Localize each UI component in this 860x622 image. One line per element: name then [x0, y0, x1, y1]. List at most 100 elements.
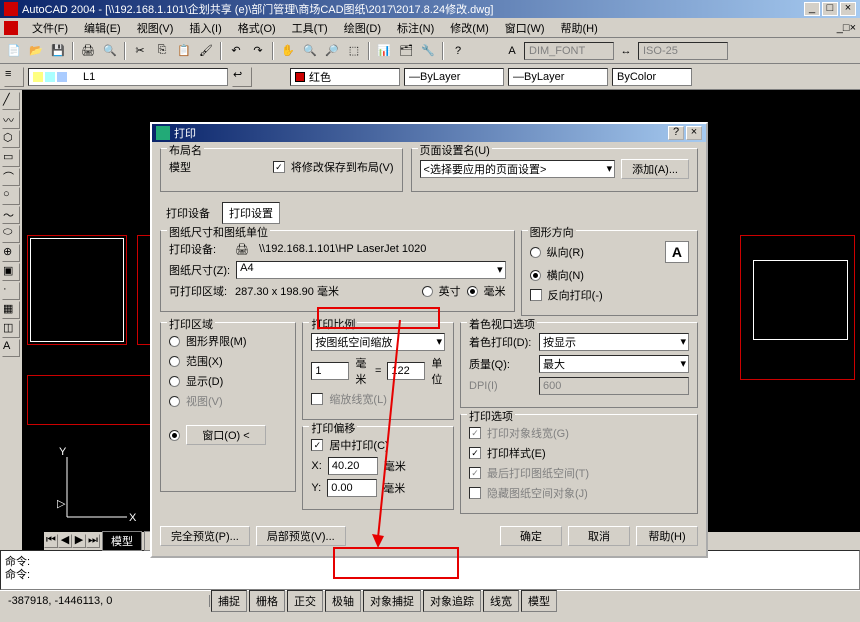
- landscape-radio[interactable]: [530, 270, 541, 281]
- dialog-help-button2[interactable]: 帮助(H): [636, 526, 698, 546]
- pline-icon[interactable]: 〰: [2, 111, 20, 129]
- maximize-button[interactable]: □: [822, 2, 838, 16]
- preview-icon[interactable]: 🔍: [100, 41, 120, 61]
- arc-icon[interactable]: ⌒: [2, 168, 20, 186]
- layermgr-icon[interactable]: ≡: [4, 67, 24, 87]
- paper-size-combo[interactable]: A4: [236, 261, 506, 279]
- dc-icon[interactable]: 🗂: [396, 41, 416, 61]
- minimize-button[interactable]: _: [804, 2, 820, 16]
- dialog-help-button[interactable]: ?: [668, 126, 684, 140]
- polar-toggle[interactable]: 极轴: [325, 590, 361, 612]
- shade-combo[interactable]: 按显示: [539, 333, 689, 351]
- tab-next[interactable]: ▶: [72, 534, 86, 548]
- cut-icon[interactable]: ✂: [130, 41, 150, 61]
- insert-icon[interactable]: ⊕: [2, 244, 20, 262]
- mdi-close[interactable]: ×: [850, 22, 856, 34]
- plotstyle-combo[interactable]: ByColor: [612, 68, 692, 86]
- paste-icon[interactable]: 📋: [174, 41, 194, 61]
- ok-button[interactable]: 确定: [500, 526, 562, 546]
- zoomwin-icon[interactable]: ⬚: [344, 41, 364, 61]
- add-pagesetup-button[interactable]: 添加(A)...: [621, 159, 689, 179]
- tab-prev[interactable]: ◀: [58, 534, 72, 548]
- redo-icon[interactable]: ↷: [248, 41, 268, 61]
- tab-model[interactable]: 模型: [102, 531, 142, 551]
- spline-icon[interactable]: 〜: [2, 206, 20, 224]
- offset-y-input[interactable]: [327, 479, 377, 497]
- mdi-restore[interactable]: □: [843, 22, 850, 34]
- menu-window[interactable]: 窗口(W): [497, 18, 553, 38]
- menu-tools[interactable]: 工具(T): [284, 18, 336, 38]
- menu-insert[interactable]: 插入(I): [181, 18, 229, 38]
- opt-style-checkbox[interactable]: ✓: [469, 447, 481, 459]
- match-icon[interactable]: 🖌: [196, 41, 216, 61]
- print-icon[interactable]: 🖨: [78, 41, 98, 61]
- layer-combo[interactable]: L1: [28, 68, 228, 86]
- tool-icon[interactable]: 🔧: [418, 41, 438, 61]
- extents-radio[interactable]: [169, 356, 180, 367]
- offset-x-input[interactable]: [328, 457, 378, 475]
- tab-print-settings[interactable]: 打印设置: [222, 202, 280, 224]
- unit-mm-radio[interactable]: [467, 286, 478, 297]
- menu-file[interactable]: 文件(F): [24, 18, 76, 38]
- pan-icon[interactable]: ✋: [278, 41, 298, 61]
- window-pick-button[interactable]: 窗口(O) <: [186, 425, 266, 445]
- dialog-close-button[interactable]: ×: [686, 126, 702, 140]
- textstyle-combo[interactable]: DIM_FONT: [524, 42, 614, 60]
- region-icon[interactable]: ◫: [2, 320, 20, 338]
- model-toggle[interactable]: 模型: [521, 590, 557, 612]
- zoomout-icon[interactable]: 🔎: [322, 41, 342, 61]
- osnap-toggle[interactable]: 对象捕捉: [363, 590, 421, 612]
- block-icon[interactable]: ▣: [2, 263, 20, 281]
- layerprev-icon[interactable]: ↩: [232, 67, 252, 87]
- menu-edit[interactable]: 编辑(E): [76, 18, 129, 38]
- dimstyle-icon[interactable]: ↔: [616, 41, 636, 61]
- polygon-icon[interactable]: ⬡: [2, 130, 20, 148]
- circle-icon[interactable]: ○: [2, 187, 20, 205]
- textstyle-icon[interactable]: A: [502, 41, 522, 61]
- scale-combo[interactable]: 按图纸空间缩放: [311, 333, 445, 351]
- close-button[interactable]: ×: [840, 2, 856, 16]
- point-icon[interactable]: ·: [2, 282, 20, 300]
- open-icon[interactable]: 📂: [26, 41, 46, 61]
- tab-last[interactable]: ⏭: [86, 534, 100, 548]
- text-icon[interactable]: A: [2, 339, 20, 357]
- new-icon[interactable]: 📄: [4, 41, 24, 61]
- props-icon[interactable]: 📊: [374, 41, 394, 61]
- center-checkbox[interactable]: ✓: [311, 439, 323, 451]
- zoom-icon[interactable]: 🔍: [300, 41, 320, 61]
- upside-checkbox[interactable]: [530, 289, 542, 301]
- line-icon[interactable]: ╱: [2, 92, 20, 110]
- display-radio[interactable]: [169, 376, 180, 387]
- lweight-combo[interactable]: — ByLayer: [508, 68, 608, 86]
- otrack-toggle[interactable]: 对象追踪: [423, 590, 481, 612]
- tab-print-device[interactable]: 打印设备: [160, 203, 216, 223]
- menu-modify[interactable]: 修改(M): [442, 18, 497, 38]
- ellipse-icon[interactable]: ⬭: [2, 225, 20, 243]
- hatch-icon[interactable]: ▦: [2, 301, 20, 319]
- dimstyle-combo[interactable]: ISO-25: [638, 42, 728, 60]
- full-preview-button[interactable]: 完全预览(P)...: [160, 526, 250, 546]
- menu-dim[interactable]: 标注(N): [389, 18, 442, 38]
- menu-view[interactable]: 视图(V): [129, 18, 182, 38]
- limits-radio[interactable]: [169, 336, 180, 347]
- portrait-radio[interactable]: [530, 247, 541, 258]
- ortho-toggle[interactable]: 正交: [287, 590, 323, 612]
- lwt-toggle[interactable]: 线宽: [483, 590, 519, 612]
- ltype-combo[interactable]: — ByLayer: [404, 68, 504, 86]
- snap-toggle[interactable]: 捕捉: [211, 590, 247, 612]
- cancel-button[interactable]: 取消: [568, 526, 630, 546]
- scale-input2[interactable]: [387, 362, 425, 380]
- partial-preview-button[interactable]: 局部预览(V)...: [256, 526, 346, 546]
- rect-icon[interactable]: ▭: [2, 149, 20, 167]
- pagesetup-combo[interactable]: <选择要应用的页面设置>: [420, 160, 616, 178]
- save-icon[interactable]: 💾: [48, 41, 68, 61]
- menu-help[interactable]: 帮助(H): [553, 18, 606, 38]
- grid-toggle[interactable]: 栅格: [249, 590, 285, 612]
- quality-combo[interactable]: 最大: [539, 355, 689, 373]
- unit-inch-radio[interactable]: [422, 286, 433, 297]
- help-icon[interactable]: ?: [448, 41, 468, 61]
- menu-draw[interactable]: 绘图(D): [336, 18, 389, 38]
- save-changes-checkbox[interactable]: ✓: [273, 161, 285, 173]
- menu-format[interactable]: 格式(O): [230, 18, 284, 38]
- scale-input1[interactable]: [311, 362, 349, 380]
